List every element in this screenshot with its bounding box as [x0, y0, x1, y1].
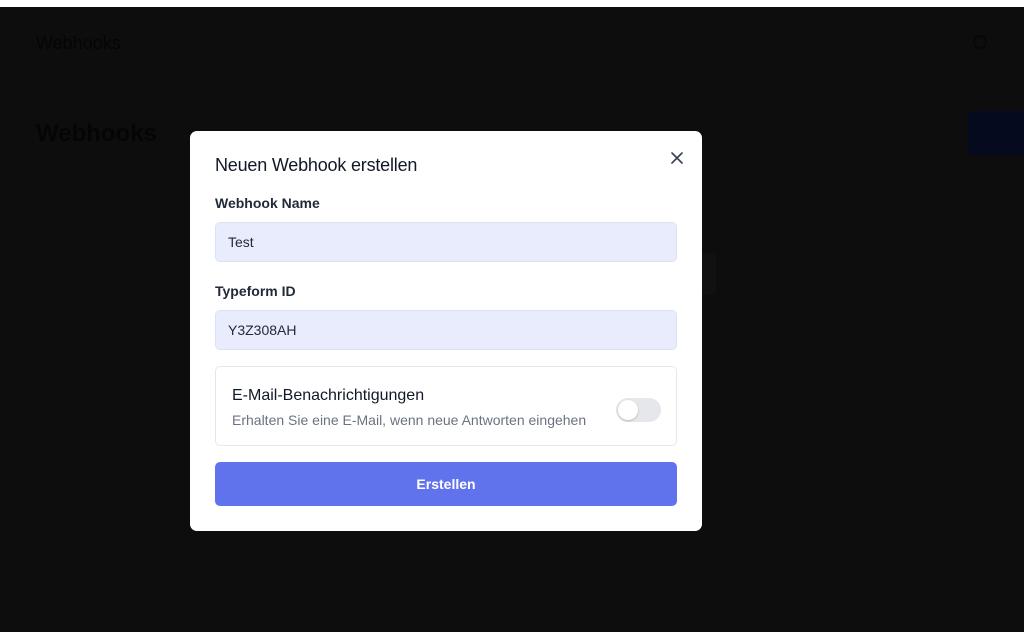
create-button[interactable]: Erstellen: [215, 462, 677, 506]
close-icon: [671, 152, 683, 164]
user-icon[interactable]: [973, 35, 987, 49]
create-webhook-modal: Neuen Webhook erstellen Webhook Name Typ…: [190, 131, 702, 531]
typeform-id-label: Typeform ID: [215, 283, 296, 299]
webhook-name-input[interactable]: [215, 222, 677, 262]
app-header-title: Webhooks: [36, 33, 121, 53]
modal-title: Neuen Webhook erstellen: [215, 155, 418, 175]
typeform-id-input[interactable]: [215, 310, 677, 350]
close-button[interactable]: [666, 147, 688, 169]
webhook-name-label: Webhook Name: [215, 195, 320, 211]
page-title: Webhooks: [36, 120, 157, 147]
email-notifications-title: E-Mail-Benachrichtigungen: [232, 387, 425, 404]
toggle-knob: [618, 400, 638, 420]
email-notifications-card: E-Mail-Benachrichtigungen Erhalten Sie e…: [215, 366, 677, 446]
window-top-strip: [0, 0, 1024, 7]
email-notifications-toggle[interactable]: [616, 398, 661, 422]
new-webhook-button[interactable]: [968, 111, 1024, 155]
email-notifications-description: Erhalten Sie eine E-Mail, wenn neue Antw…: [232, 412, 587, 428]
